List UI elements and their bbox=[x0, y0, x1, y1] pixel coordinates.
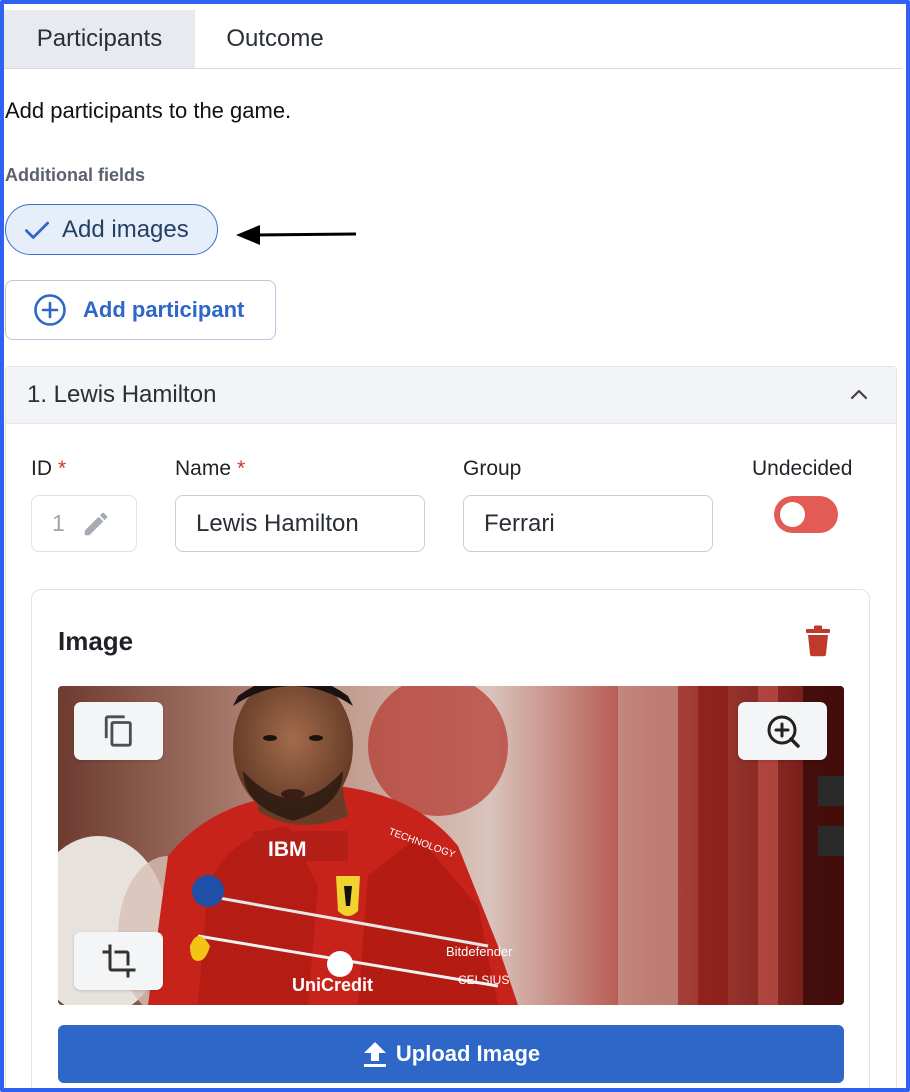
upload-image-label: Upload Image bbox=[395, 1041, 541, 1066]
tab-outcome[interactable]: Outcome bbox=[195, 10, 355, 68]
id-value: 1 bbox=[52, 510, 65, 536]
crop-icon bbox=[102, 944, 135, 978]
group-label: Group bbox=[463, 457, 522, 480]
tab-participants[interactable]: Participants bbox=[4, 10, 195, 68]
add-participant-label: Add participant bbox=[83, 297, 245, 322]
arrow-left-icon bbox=[236, 225, 357, 245]
participant-photo: IBM TECHNOLOGY UniCredit Bitdefender CEL… bbox=[58, 686, 844, 1005]
photo-illustration: IBM TECHNOLOGY UniCredit Bitdefender CEL… bbox=[58, 686, 844, 1005]
name-input[interactable]: Lewis Hamilton bbox=[175, 495, 425, 552]
id-label: ID * bbox=[31, 457, 67, 480]
zoom-in-button[interactable] bbox=[738, 702, 827, 760]
photo-text-bitdefender: Bitdefender bbox=[446, 944, 513, 959]
chevron-up-icon[interactable] bbox=[850, 388, 868, 400]
crop-button[interactable] bbox=[74, 932, 163, 990]
toggle-knob bbox=[780, 502, 805, 527]
intro-text: Add participants to the game. bbox=[5, 98, 292, 123]
photo-text-ibm: IBM bbox=[268, 838, 307, 861]
add-participant-button[interactable]: Add participant bbox=[5, 280, 276, 340]
group-input[interactable]: Ferrari bbox=[463, 495, 713, 552]
required-marker: * bbox=[237, 457, 246, 480]
image-title: Image bbox=[58, 626, 134, 656]
upload-icon bbox=[363, 1042, 386, 1067]
plus-circle-icon bbox=[34, 294, 66, 326]
id-field[interactable]: 1 bbox=[31, 495, 137, 552]
name-label: Name * bbox=[175, 457, 246, 480]
photo-text-celsius: CELSIUS bbox=[458, 973, 509, 987]
add-images-chip[interactable]: Add images bbox=[5, 204, 218, 255]
additional-fields-label: Additional fields bbox=[5, 165, 146, 185]
trash-icon[interactable] bbox=[805, 625, 831, 657]
copy-button[interactable] bbox=[74, 702, 163, 760]
add-images-label: Add images bbox=[62, 215, 189, 243]
check-icon bbox=[25, 221, 49, 239]
participant-header[interactable]: 1. Lewis Hamilton bbox=[6, 367, 896, 424]
undecided-label: Undecided bbox=[752, 457, 853, 480]
photo-text-unicredit: UniCredit bbox=[292, 975, 373, 995]
required-marker: * bbox=[58, 457, 67, 480]
tab-bar: Participants Outcome bbox=[4, 10, 902, 69]
zoom-in-icon bbox=[767, 715, 800, 748]
upload-image-button[interactable]: Upload Image bbox=[58, 1025, 844, 1083]
pencil-icon[interactable] bbox=[81, 509, 111, 539]
undecided-toggle[interactable] bbox=[774, 496, 838, 533]
participant-title: 1. Lewis Hamilton bbox=[27, 381, 217, 408]
copy-icon bbox=[104, 715, 132, 747]
